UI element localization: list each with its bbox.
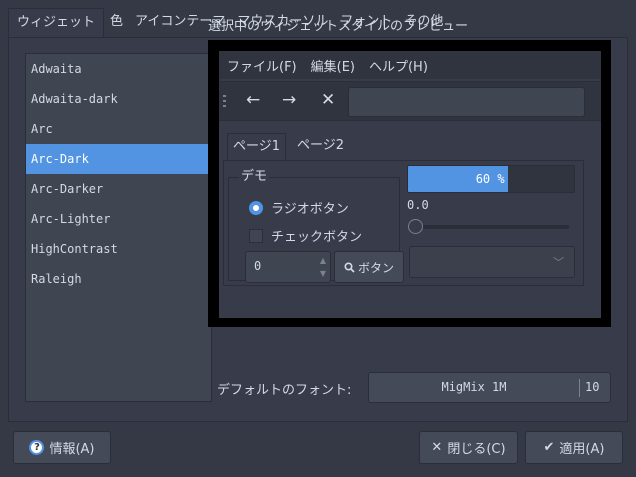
- close-button-label: 閉じる(C): [447, 442, 506, 457]
- spin-arrows-icon[interactable]: ▲ ▼: [320, 254, 326, 280]
- slider-handle[interactable]: [408, 219, 423, 234]
- preview-area: ファイル(F) 編集(E) ヘルプ(H) ← → ✕ ページ1 ページ2 ラジオ…: [208, 40, 611, 327]
- tab-page2[interactable]: ページ2: [292, 133, 349, 161]
- preview-window: ファイル(F) 編集(E) ヘルプ(H) ← → ✕ ページ1 ページ2 ラジオ…: [219, 51, 601, 318]
- progress-bar: 60 %: [407, 165, 575, 193]
- radio-label: ラジオボタン: [271, 202, 349, 217]
- theme-item-arc[interactable]: Arc: [26, 114, 211, 144]
- font-label: デフォルトのフォント:: [217, 383, 352, 398]
- checkbox-icon[interactable]: [249, 228, 263, 243]
- demo-button[interactable]: ボタン: [334, 251, 404, 283]
- theme-item-highcontrast[interactable]: HighContrast: [26, 234, 211, 264]
- info-button[interactable]: ? 情報(A): [13, 431, 111, 464]
- apply-button[interactable]: ✔ 適用(A): [525, 431, 623, 464]
- preview-title: 選択中のウィジェットスタイルのプレビュー: [208, 19, 469, 34]
- theme-list[interactable]: Adwaita Adwaita-dark Arc Arc-Dark Arc-Da…: [25, 53, 212, 402]
- help-icon: ?: [29, 440, 45, 455]
- combo-box[interactable]: ﹀: [409, 246, 575, 278]
- spin-value: 0: [254, 259, 262, 273]
- menu-file[interactable]: ファイル(F): [227, 56, 297, 75]
- radio-button[interactable]: ラジオボタン: [249, 198, 349, 217]
- theme-item-arc-darker[interactable]: Arc-Darker: [26, 174, 211, 204]
- demo-frame: ラジオボタン チェックボタン 0 ▲ ▼ ボタン: [228, 177, 404, 283]
- toolbar-grip-icon[interactable]: [223, 95, 226, 109]
- close-icon: ✕: [431, 440, 443, 455]
- progress-text: 60 %: [475, 172, 505, 186]
- demo-button-label: ボタン: [357, 260, 394, 275]
- font-name: MigMix 1M: [441, 380, 507, 394]
- theme-item-arc-lighter[interactable]: Arc-Lighter: [26, 204, 211, 234]
- tab-widget[interactable]: ウィジェット: [8, 8, 105, 38]
- chevron-down-icon: ﹀: [553, 256, 564, 269]
- back-arrow-icon[interactable]: ←: [246, 90, 260, 110]
- info-button-label: 情報(A): [49, 442, 95, 457]
- search-icon: [344, 261, 355, 273]
- spin-button[interactable]: 0 ▲ ▼: [245, 251, 331, 283]
- slider-track[interactable]: [415, 225, 569, 229]
- slider-value: 0.0: [407, 198, 429, 212]
- tab-page1[interactable]: ページ1: [227, 133, 287, 161]
- font-button[interactable]: MigMix 1M 10: [368, 372, 611, 403]
- stop-icon[interactable]: ✕: [321, 90, 335, 110]
- check-button[interactable]: チェックボタン: [249, 226, 362, 245]
- preview-menubar: ファイル(F) 編集(E) ヘルプ(H): [219, 51, 601, 79]
- theme-item-arc-dark[interactable]: Arc-Dark: [26, 144, 211, 174]
- theme-item-raleigh[interactable]: Raleigh: [26, 264, 211, 294]
- theme-item-adwaita-dark[interactable]: Adwaita-dark: [26, 84, 211, 114]
- tab-color[interactable]: 色: [104, 8, 129, 38]
- theme-item-adwaita[interactable]: Adwaita: [26, 54, 211, 84]
- demo-legend: デモ: [239, 165, 270, 184]
- radio-checked-icon[interactable]: [249, 200, 263, 215]
- close-button[interactable]: ✕ 閉じる(C): [419, 431, 518, 464]
- toolbar-entry[interactable]: [348, 87, 585, 117]
- preview-toolbar: ← → ✕: [219, 81, 601, 121]
- menu-edit[interactable]: 編集(E): [311, 56, 355, 75]
- font-separator: [579, 379, 580, 397]
- apply-button-label: 適用(A): [559, 442, 605, 457]
- check-label: チェックボタン: [271, 230, 363, 245]
- forward-arrow-icon[interactable]: →: [282, 90, 296, 110]
- menu-help[interactable]: ヘルプ(H): [369, 56, 428, 75]
- check-icon: ✔: [543, 440, 555, 455]
- font-size: 10: [585, 380, 600, 394]
